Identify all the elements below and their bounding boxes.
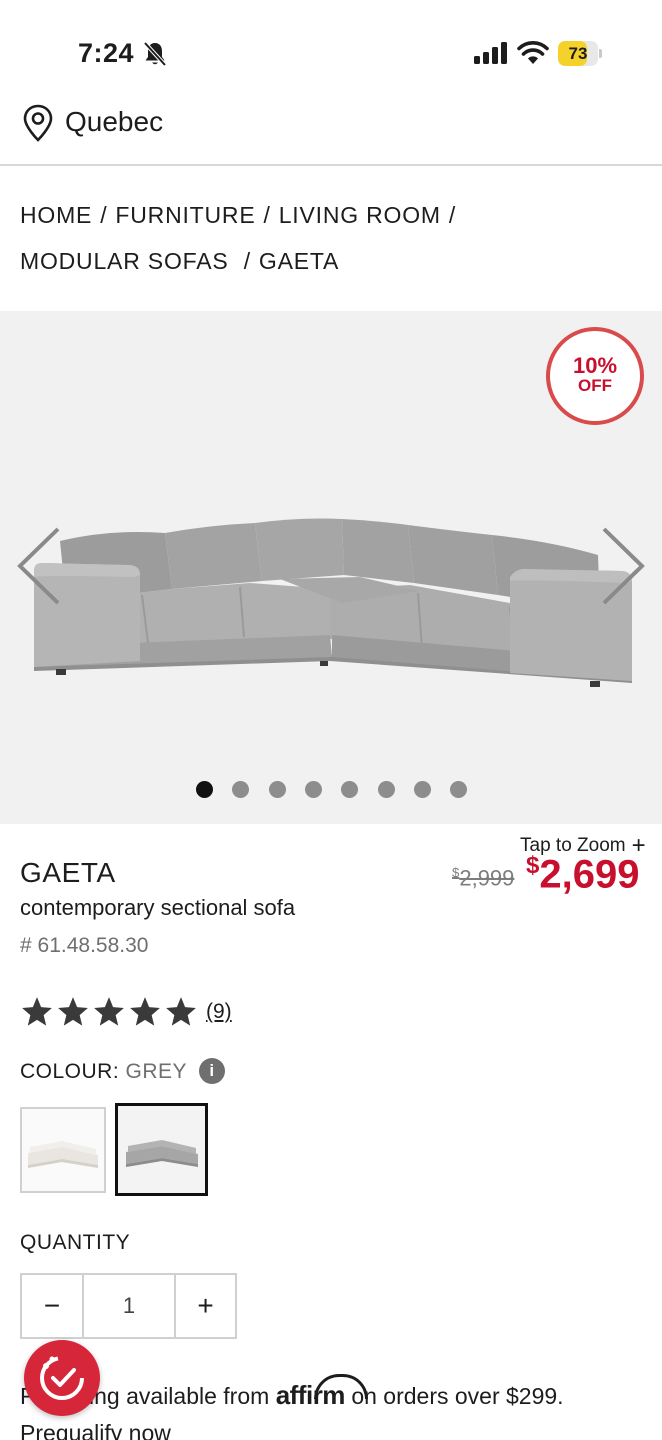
map-pin-icon xyxy=(23,104,53,142)
star-icon xyxy=(166,997,196,1026)
review-count-link[interactable]: (9) xyxy=(206,1000,232,1024)
breadcrumb-modular-sofas[interactable]: MODULAR SOFAS xyxy=(20,248,229,274)
original-price: $2,999 xyxy=(452,865,514,891)
product-image-gallery[interactable]: 10% OFF xyxy=(0,311,662,824)
gallery-dot[interactable] xyxy=(450,781,468,798)
breadcrumb-home[interactable]: HOME xyxy=(20,202,92,228)
breadcrumb-current: GAETA xyxy=(258,248,340,274)
original-price-value: 2,999 xyxy=(459,865,515,891)
star-rating[interactable]: (9) xyxy=(20,995,232,1035)
breadcrumb-separator: / xyxy=(448,202,457,228)
discount-off-label: OFF xyxy=(578,376,612,395)
product-sku: # 61.48.58.30 xyxy=(20,934,149,957)
battery-indicator: 73 xyxy=(558,41,602,66)
product-name: GAETA xyxy=(20,857,116,888)
check-badge-icon xyxy=(40,1356,84,1400)
white-sofa-thumbnail xyxy=(22,1109,104,1191)
location-label: Quebec xyxy=(65,106,164,137)
info-icon[interactable]: i xyxy=(199,1058,226,1084)
star-icon xyxy=(94,997,124,1026)
wifi-icon xyxy=(517,41,549,64)
chevron-left-icon[interactable] xyxy=(14,525,62,607)
gallery-dot[interactable] xyxy=(232,781,250,798)
quantity-increase-button[interactable]: + xyxy=(174,1275,235,1337)
prequalify-link[interactable]: Prequalify now xyxy=(20,1420,171,1440)
colour-selector-label: COLOUR: GREY i xyxy=(20,1058,226,1084)
sale-price-currency: $ xyxy=(526,852,540,879)
colour-swatch-white[interactable] xyxy=(20,1107,106,1193)
colour-label: COLOUR: xyxy=(20,1060,120,1083)
gallery-dot[interactable] xyxy=(268,781,286,798)
sale-price: $2,699 xyxy=(526,852,639,897)
financing-suffix: on orders over $299. xyxy=(351,1383,564,1409)
financing-info: Financing available from affirm on order… xyxy=(20,1380,564,1411)
discount-badge: 10% OFF xyxy=(546,327,644,425)
quantity-label: QUANTITY xyxy=(20,1231,131,1254)
gallery-dot[interactable] xyxy=(377,781,395,798)
gallery-pagination-dots xyxy=(196,781,476,799)
breadcrumb: HOME / FURNITURE / LIVING ROOM / MODULAR SOFA… xyxy=(20,196,650,288)
quantity-decrease-button[interactable]: − xyxy=(22,1275,84,1337)
cellular-signal-icon xyxy=(474,42,507,64)
colour-value: GREY xyxy=(125,1060,187,1083)
status-time: 7:24 xyxy=(78,38,135,68)
star-icon xyxy=(130,997,160,1026)
sofa-product-image[interactable] xyxy=(30,511,635,696)
star-icon xyxy=(58,997,88,1026)
bell-off-icon xyxy=(144,41,166,67)
quantity-input[interactable]: 1 xyxy=(84,1275,174,1337)
quantity-stepper: − 1 + xyxy=(20,1273,237,1339)
accessibility-floating-button[interactable] xyxy=(24,1340,100,1416)
breadcrumb-living-room[interactable]: LIVING ROOM xyxy=(279,202,441,228)
affirm-logo: affirm xyxy=(275,1380,346,1410)
gallery-dot[interactable] xyxy=(304,781,322,798)
sale-price-value: 2,699 xyxy=(539,852,640,897)
star-icon xyxy=(22,997,52,1026)
gallery-dot[interactable] xyxy=(196,781,213,798)
breadcrumb-furniture[interactable]: FURNITURE xyxy=(115,202,255,228)
breadcrumb-separator: / xyxy=(100,202,108,228)
chevron-right-icon[interactable] xyxy=(600,525,648,607)
grey-sofa-thumbnail xyxy=(118,1106,205,1193)
gallery-dot[interactable] xyxy=(341,781,359,798)
gallery-dot[interactable] xyxy=(413,781,431,798)
product-description: contemporary sectional sofa xyxy=(20,895,296,920)
breadcrumb-separator: / xyxy=(243,248,251,274)
discount-percent: 10% xyxy=(572,353,618,378)
location-bar[interactable]: Quebec xyxy=(0,100,662,166)
battery-level: 73 xyxy=(568,44,588,63)
colour-swatch-grey[interactable] xyxy=(115,1103,208,1196)
status-bar: 7:24 73 xyxy=(0,0,662,100)
breadcrumb-separator: / xyxy=(263,202,271,228)
